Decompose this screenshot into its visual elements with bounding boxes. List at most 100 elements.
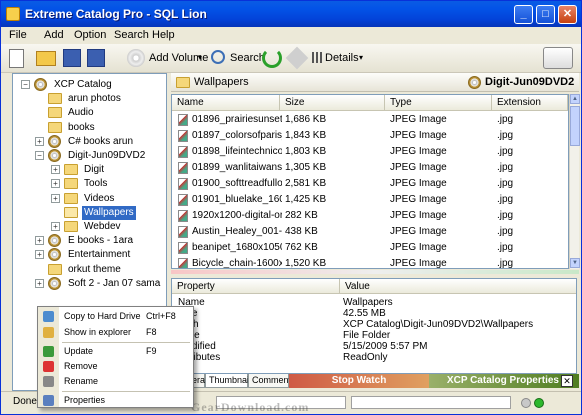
column-type[interactable]: Type: [385, 95, 492, 111]
table-row[interactable]: 01896_prairiesunset_16...1,686 KB JPEG Im…: [172, 112, 568, 128]
context-menu-label: Show in explorer: [64, 327, 132, 337]
xcp-properties-close-icon[interactable]: ✕: [561, 375, 573, 387]
minimize-button[interactable]: _: [514, 5, 533, 24]
close-button[interactable]: ✕: [558, 5, 577, 24]
maximize-button[interactable]: □: [536, 5, 555, 24]
table-row[interactable]: 01898_lifeintechnicolor...1,803 KB JPEG I…: [172, 144, 568, 160]
save-as-icon[interactable]: [87, 49, 105, 67]
status-light-icon: [521, 398, 531, 408]
context-menu-item[interactable]: Update F9: [38, 344, 193, 359]
tree-node[interactable]: − Digit-Jun09DVD2: [13, 149, 166, 163]
menu-option[interactable]: Option: [74, 29, 106, 41]
folder-icon: [48, 107, 62, 119]
table-row[interactable]: Austin_Healey_001-144...438 KB JPEG Image…: [172, 224, 568, 240]
copy-drive-icon: [43, 311, 54, 322]
menu-file[interactable]: File: [9, 29, 27, 41]
context-menu-item[interactable]: Remove: [38, 359, 193, 374]
tree-node[interactable]: + Soft 2 - Jan 07 sama: [13, 276, 166, 291]
menu-separator: [62, 342, 190, 343]
tree-expander-icon[interactable]: +: [51, 222, 60, 231]
scroll-thumb[interactable]: [570, 106, 580, 146]
table-row[interactable]: beanipet_1680x1050.jpg762 KB JPEG Image .j…: [172, 240, 568, 256]
cd-icon: [48, 149, 61, 162]
table-row[interactable]: 01901_bluelake_1600x...1,425 KB JPEG Imag…: [172, 192, 568, 208]
column-name[interactable]: Name: [172, 95, 280, 111]
refresh-icon[interactable]: [262, 48, 282, 68]
context-menu: Copy to Hard Drive Ctrl+F8 Show in explore…: [37, 306, 194, 408]
scroll-down-icon[interactable]: ▼: [570, 258, 580, 268]
add-volume-dropdown-icon[interactable]: ▾: [198, 48, 202, 68]
search-icon[interactable]: [211, 50, 225, 64]
table-cell: .jpg: [497, 162, 514, 173]
tree-expander-icon[interactable]: +: [35, 278, 44, 288]
new-icon[interactable]: [9, 49, 24, 68]
tree-node[interactable]: + Webdev: [13, 220, 166, 234]
xcp-properties-label: XCP Catalog Properties: [429, 374, 579, 388]
details-view-icon[interactable]: [312, 52, 323, 63]
tree-node[interactable]: + Entertainment: [13, 248, 166, 262]
tree-node[interactable]: + E books - 1ara: [13, 234, 166, 248]
file-list[interactable]: Name Size Type Extension 01896_prairiesu…: [171, 94, 569, 269]
table-cell: JPEG Image: [390, 194, 447, 205]
table-row[interactable]: 01897_colorsofparis_16...1,843 KB JPEG Im…: [172, 128, 568, 144]
vertical-scrollbar[interactable]: ▲ ▼: [569, 94, 580, 269]
tree-expander-icon[interactable]: +: [51, 165, 60, 175]
pane-splitter[interactable]: [171, 270, 579, 274]
tree-expander-icon[interactable]: +: [51, 179, 60, 189]
open-folder-icon[interactable]: [36, 51, 56, 66]
title-bar[interactable]: Extreme Catalog Pro - SQL Lion _ □ ✕: [1, 1, 581, 27]
context-menu-item[interactable]: Copy to Hard Drive Ctrl+F8: [38, 309, 193, 324]
tag-icon[interactable]: [285, 46, 309, 70]
search-button[interactable]: Search: [230, 48, 265, 68]
context-menu-item[interactable]: Properties: [38, 393, 193, 408]
watermark: GearDownload.com: [191, 400, 310, 414]
context-menu-item[interactable]: Show in explorer F8: [38, 325, 193, 340]
table-cell: 01896_prairiesunset_16...: [192, 114, 282, 125]
menu-help[interactable]: Help: [152, 29, 175, 41]
tree-expander-icon[interactable]: +: [35, 236, 44, 246]
app-icon: [6, 7, 20, 21]
jpeg-file-icon: [178, 258, 188, 268]
menu-add[interactable]: Add: [44, 29, 64, 41]
column-extension[interactable]: Extension: [492, 95, 568, 111]
tree-node-label: Audio: [68, 107, 94, 119]
tree-node[interactable]: books: [13, 121, 166, 135]
table-row[interactable]: 01900_softtreadfullofmo...2,581 KB JPEG I…: [172, 176, 568, 192]
add-volume-icon[interactable]: [127, 49, 145, 67]
tree-node[interactable]: Audio: [13, 106, 166, 120]
property-value: Wallpapers: [343, 297, 393, 308]
details-dropdown-icon[interactable]: ▾: [359, 48, 363, 68]
table-row[interactable]: Bicycle_chain-1600x12...1,520 KB JPEG Ima…: [172, 256, 568, 269]
folder-icon: [64, 192, 78, 204]
table-cell: .jpg: [497, 178, 514, 189]
window-title: Extreme Catalog Pro - SQL Lion: [25, 7, 207, 21]
scroll-up-icon[interactable]: ▲: [570, 94, 580, 104]
column-size[interactable]: Size: [280, 95, 385, 111]
tree-expander-icon[interactable]: −: [35, 151, 44, 160]
menu-search[interactable]: Search: [114, 29, 149, 41]
tree-node[interactable]: − XCP Catalog: [13, 78, 166, 92]
tree-node[interactable]: + Tools: [13, 177, 166, 191]
tab-thumbnail[interactable]: Thumbnail: [205, 374, 251, 388]
tree-expander-icon[interactable]: −: [21, 80, 30, 89]
table-row[interactable]: 01899_wanlitaiwansunri...1,305 KB JPEG Im…: [172, 160, 568, 176]
tree-expander-icon[interactable]: +: [35, 250, 44, 260]
tree-node[interactable]: + C# books arun: [13, 134, 166, 149]
table-cell: Bicycle_chain-1600x12...: [192, 258, 282, 269]
tab-comments[interactable]: Comments: [248, 374, 296, 388]
property-value: XCP Catalog\Digit-Jun09DVD2\Wallpapers: [343, 319, 534, 330]
tree-node[interactable]: arun photos: [13, 92, 166, 106]
context-menu-item[interactable]: Rename: [38, 374, 193, 389]
save-icon[interactable]: [63, 49, 81, 67]
column-value: Value: [340, 279, 576, 294]
tree-expander-icon[interactable]: +: [51, 193, 60, 203]
tree-expander-icon[interactable]: +: [35, 136, 44, 146]
tree-node[interactable]: Wallpapers: [13, 205, 166, 220]
eject-icon[interactable]: [543, 47, 573, 69]
tree-node[interactable]: orkut theme: [13, 263, 166, 277]
property-value: 42.55 MB: [343, 308, 386, 319]
tree-node[interactable]: + Videos: [13, 192, 166, 206]
details-button[interactable]: Details: [325, 48, 359, 68]
tree-node[interactable]: + Digit: [13, 163, 166, 177]
table-row[interactable]: 1920x1200-digital-orchi...282 KB JPEG Ima…: [172, 208, 568, 224]
